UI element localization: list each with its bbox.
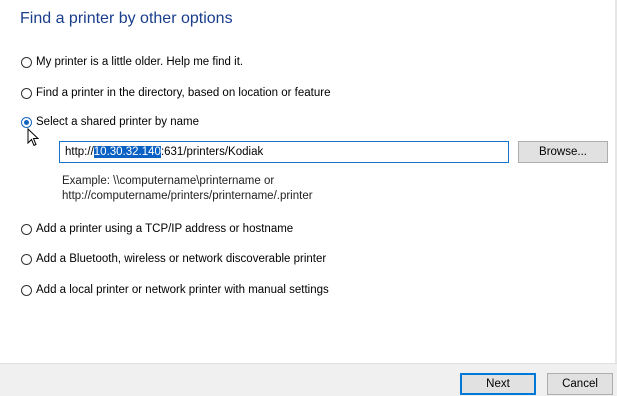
url-selected-text: 10.30.32.140 bbox=[93, 146, 161, 158]
option-tcpip[interactable]: Add a printer using a TCP/IP address or … bbox=[21, 220, 293, 238]
option-directory-search[interactable]: Find a printer in the directory, based o… bbox=[21, 84, 330, 102]
radio-local-printer[interactable] bbox=[21, 284, 32, 296]
cancel-button[interactable]: Cancel bbox=[547, 373, 613, 395]
option-tcpip-label: Add a printer using a TCP/IP address or … bbox=[36, 223, 294, 235]
option-shared-printer-label: Select a shared printer by name bbox=[36, 116, 200, 128]
radio-shared-printer[interactable] bbox=[21, 116, 32, 128]
radio-tcpip[interactable] bbox=[21, 223, 32, 235]
option-local-printer[interactable]: Add a local printer or network printer w… bbox=[21, 281, 329, 299]
url-suffix: :631/printers/Kodiak bbox=[160, 146, 264, 158]
radio-older-printer[interactable] bbox=[21, 56, 32, 68]
browse-button[interactable]: Browse... bbox=[518, 141, 608, 163]
example-line-1: Example: \\computername\printername or bbox=[62, 175, 275, 187]
option-bluetooth[interactable]: Add a Bluetooth, wireless or network dis… bbox=[21, 250, 326, 268]
radio-bluetooth[interactable] bbox=[21, 253, 32, 265]
printer-url-input[interactable]: http://10.30.32.140:631/printers/Kodiak bbox=[59, 141, 509, 163]
option-older-printer-label: My printer is a little older. Help me fi… bbox=[36, 56, 244, 68]
option-older-printer[interactable]: My printer is a little older. Help me fi… bbox=[21, 53, 243, 71]
mouse-cursor-icon bbox=[27, 128, 40, 147]
example-line-2: http://computername/printers/printername… bbox=[62, 190, 313, 202]
radio-directory-search[interactable] bbox=[21, 87, 32, 99]
page-title: Find a printer by other options bbox=[20, 10, 233, 27]
example-text: Example: \\computername\printername or h… bbox=[62, 174, 313, 204]
option-directory-search-label: Find a printer in the directory, based o… bbox=[36, 87, 331, 99]
url-prefix: http:// bbox=[65, 146, 94, 158]
option-bluetooth-label: Add a Bluetooth, wireless or network dis… bbox=[36, 253, 327, 265]
option-shared-printer[interactable]: Select a shared printer by name bbox=[21, 113, 199, 131]
next-button[interactable]: Next bbox=[460, 373, 536, 395]
option-local-printer-label: Add a local printer or network printer w… bbox=[36, 284, 329, 296]
